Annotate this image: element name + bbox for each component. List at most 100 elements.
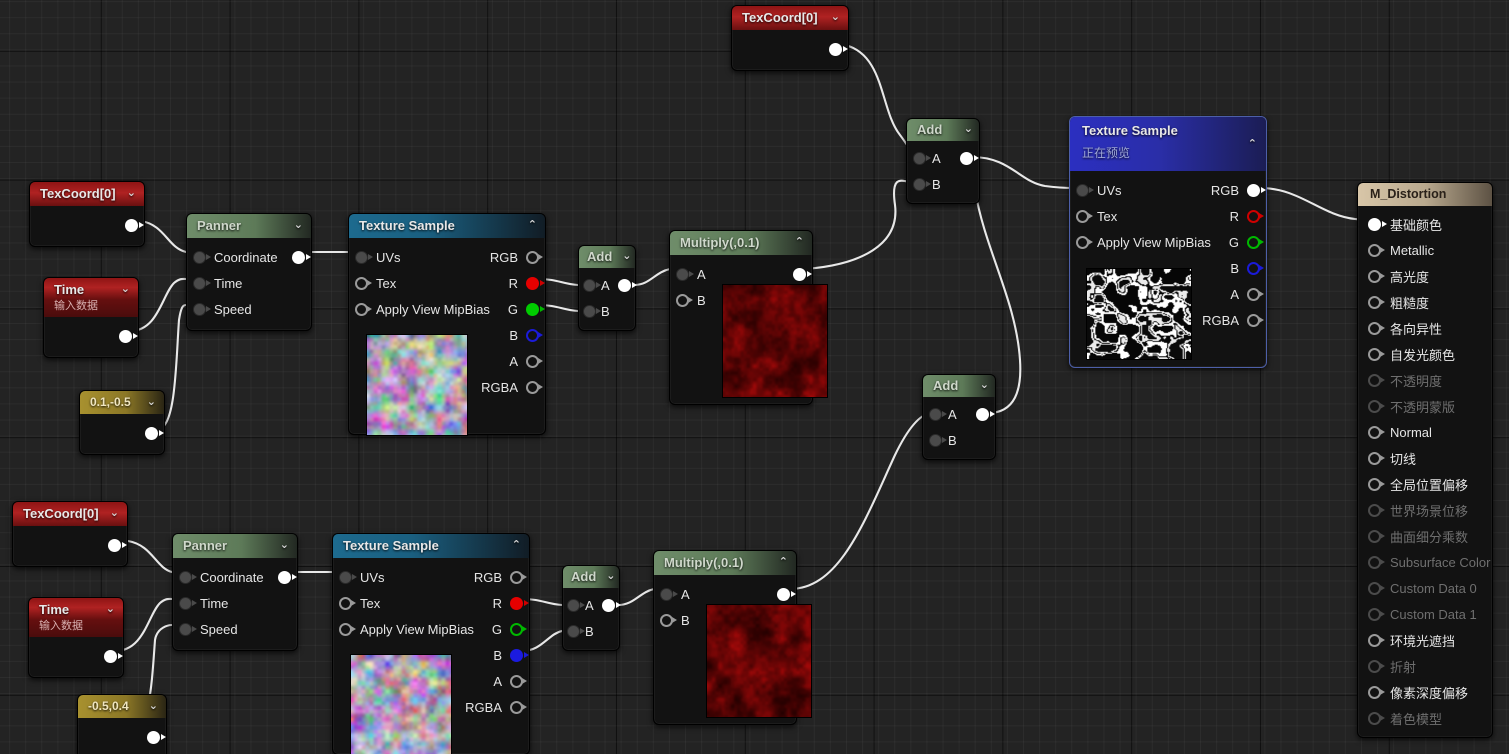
output-pin[interactable]: [119, 330, 132, 343]
output-pin-rgb[interactable]: [1247, 184, 1260, 197]
input-pin-tex[interactable]: [1076, 210, 1089, 223]
chevron-down-icon[interactable]: ⌄: [149, 701, 158, 712]
chevron-down-icon[interactable]: ⌄: [622, 251, 631, 262]
input-pin-a[interactable]: [913, 152, 926, 165]
node-header[interactable]: Add ⌄: [923, 375, 995, 397]
output-pin[interactable]: [618, 279, 631, 292]
input-pin-time[interactable]: [193, 277, 206, 290]
node-add-4[interactable]: Add ⌄ A B: [922, 374, 996, 460]
chevron-down-icon[interactable]: ⌄: [964, 124, 973, 135]
node-panner-bottom[interactable]: Panner ⌄ Coordinate Time Speed: [172, 533, 298, 651]
chevron-down-icon[interactable]: ⌄: [606, 571, 615, 582]
material-input-pin-15[interactable]: [1368, 608, 1381, 621]
output-pin-b[interactable]: [510, 649, 523, 662]
output-pin[interactable]: [108, 539, 121, 552]
chevron-down-icon[interactable]: ⌄: [980, 380, 989, 391]
output-pin-rgb[interactable]: [510, 571, 523, 584]
input-pin-b[interactable]: [583, 305, 596, 318]
material-input-pin-9[interactable]: [1368, 452, 1381, 465]
output-pin-rgb[interactable]: [526, 251, 539, 264]
material-input-pin-0[interactable]: [1368, 218, 1381, 231]
node-time-bottom[interactable]: Time ⌄ 输入数据: [28, 597, 124, 678]
material-input-pin-8[interactable]: [1368, 426, 1381, 439]
material-input-pin-12[interactable]: [1368, 530, 1381, 543]
node-header[interactable]: Panner ⌄: [173, 534, 297, 558]
material-input-pin-6[interactable]: [1368, 374, 1381, 387]
input-pin-speed[interactable]: [179, 623, 192, 636]
node-texture-sample-preview[interactable]: Texture Sample ⌃ 正在预览 UVs RGB Tex: [1069, 116, 1267, 368]
node-material-output[interactable]: M_Distortion 基础颜色Metallic高光度粗糙度各向异性自发光颜色…: [1357, 182, 1493, 738]
chevron-down-icon[interactable]: ⌄: [127, 188, 136, 199]
node-add-1[interactable]: Add ⌄ A B: [906, 118, 980, 204]
output-pin[interactable]: [960, 152, 973, 165]
node-header[interactable]: Multiply(,0.1) ⌃: [670, 231, 812, 255]
output-pin-g[interactable]: [1247, 236, 1260, 249]
output-pin-g[interactable]: [510, 623, 523, 636]
material-input-pin-18[interactable]: [1368, 686, 1381, 699]
input-pin-b[interactable]: [660, 614, 673, 627]
chevron-down-icon[interactable]: ⌄: [121, 284, 130, 295]
chevron-down-icon[interactable]: ⌄: [110, 508, 119, 519]
output-pin-rgba[interactable]: [1247, 314, 1260, 327]
output-pin[interactable]: [793, 268, 806, 281]
node-time-top[interactable]: Time ⌄ 输入数据: [43, 277, 139, 358]
node-header[interactable]: Texture Sample ⌃ 正在预览: [1070, 117, 1266, 171]
node-multiply-top[interactable]: Multiply(,0.1) ⌃ A B: [669, 230, 813, 405]
material-input-pin-19[interactable]: [1368, 712, 1381, 725]
node-header[interactable]: Time ⌄: [44, 278, 138, 299]
node-const-top[interactable]: 0.1,-0.5 ⌄: [79, 390, 165, 455]
node-header[interactable]: Add ⌄: [579, 246, 635, 268]
input-pin-uvs[interactable]: [1076, 184, 1089, 197]
node-add-2[interactable]: Add ⌄ A B: [578, 245, 636, 331]
output-pin-rgba[interactable]: [510, 701, 523, 714]
output-pin-r[interactable]: [1247, 210, 1260, 223]
input-pin-uvs[interactable]: [339, 571, 352, 584]
input-pin-b[interactable]: [929, 434, 942, 447]
output-pin[interactable]: [976, 408, 989, 421]
node-header[interactable]: TexCoord[0] ⌄: [13, 502, 127, 526]
output-pin[interactable]: [829, 43, 842, 56]
chevron-up-icon[interactable]: ⌃: [779, 557, 788, 568]
node-header[interactable]: Add ⌄: [563, 566, 619, 588]
chevron-down-icon[interactable]: ⌄: [831, 12, 840, 23]
node-panner-top[interactable]: Panner ⌄ Coordinate Time Speed: [186, 213, 312, 331]
input-pin-b[interactable]: [567, 625, 580, 638]
material-input-pin-10[interactable]: [1368, 478, 1381, 491]
material-input-pin-11[interactable]: [1368, 504, 1381, 517]
material-input-pin-14[interactable]: [1368, 582, 1381, 595]
input-pin-b[interactable]: [913, 178, 926, 191]
node-header[interactable]: Add ⌄: [907, 119, 979, 141]
node-texture-sample-top[interactable]: Texture Sample ⌃ UVs RGB Tex: [348, 213, 546, 435]
material-input-pin-2[interactable]: [1368, 270, 1381, 283]
output-pin[interactable]: [125, 219, 138, 232]
material-input-pin-3[interactable]: [1368, 296, 1381, 309]
input-pin-tex[interactable]: [355, 277, 368, 290]
node-header[interactable]: Panner ⌄: [187, 214, 311, 238]
input-pin-a[interactable]: [929, 408, 942, 421]
input-pin-a[interactable]: [660, 588, 673, 601]
output-pin-rgba[interactable]: [526, 381, 539, 394]
input-pin-tex[interactable]: [339, 597, 352, 610]
node-texcoord-mid[interactable]: TexCoord[0] ⌄: [29, 181, 145, 247]
output-pin[interactable]: [145, 427, 158, 440]
material-input-pin-4[interactable]: [1368, 322, 1381, 335]
chevron-up-icon[interactable]: ⌃: [512, 540, 521, 551]
node-texture-sample-bottom[interactable]: Texture Sample ⌃ UVs RGB Tex: [332, 533, 530, 754]
node-header[interactable]: Multiply(,0.1) ⌃: [654, 551, 796, 575]
input-pin-uvs[interactable]: [355, 251, 368, 264]
output-pin-g[interactable]: [526, 303, 539, 316]
node-header[interactable]: Texture Sample ⌃: [333, 534, 529, 558]
node-header[interactable]: M_Distortion: [1358, 183, 1492, 206]
chevron-up-icon[interactable]: ⌃: [795, 237, 804, 248]
material-graph-canvas[interactable]: TexCoord[0] ⌄ TexCoord[0] ⌄ Time ⌄ 输入数据: [0, 0, 1509, 754]
chevron-up-icon[interactable]: ⌃: [1248, 139, 1257, 150]
chevron-down-icon[interactable]: ⌄: [294, 220, 303, 231]
input-pin-mipbias[interactable]: [355, 303, 368, 316]
chevron-down-icon[interactable]: ⌄: [280, 540, 289, 551]
output-pin[interactable]: [292, 251, 305, 264]
output-pin-b[interactable]: [526, 329, 539, 342]
chevron-up-icon[interactable]: ⌃: [528, 220, 537, 231]
output-pin[interactable]: [602, 599, 615, 612]
node-header[interactable]: 0.1,-0.5 ⌄: [80, 391, 164, 414]
output-pin-b[interactable]: [1247, 262, 1260, 275]
